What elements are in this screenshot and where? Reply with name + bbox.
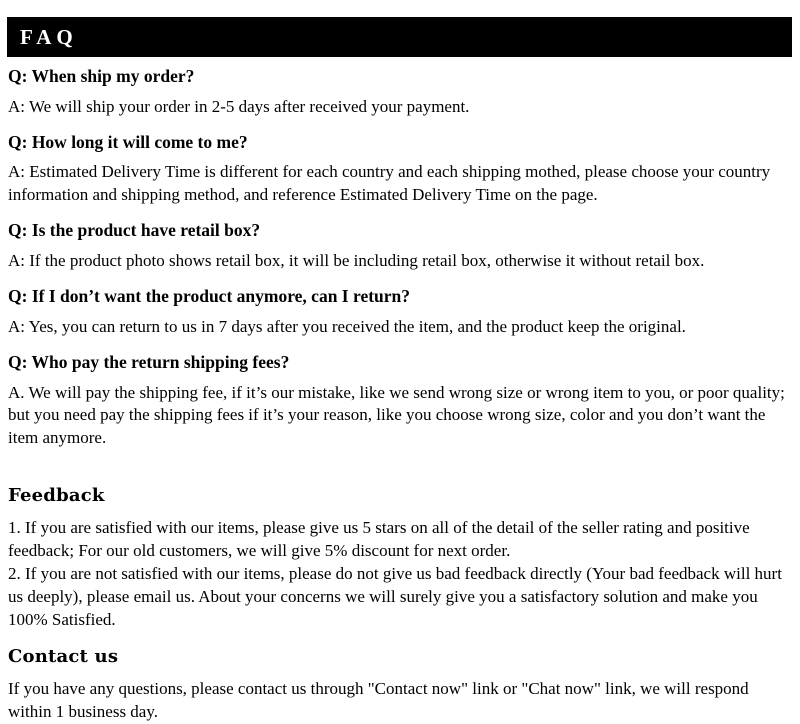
faq-question: Q: How long it will come to me?	[8, 131, 248, 152]
feedback-heading: Feedback	[8, 485, 105, 506]
faq-answer: A: Yes, you can return to us in 7 days a…	[8, 316, 686, 336]
faq-item: Q: How long it will come to me? A: Estim…	[8, 131, 792, 206]
contact-body: If you have any questions, please contac…	[8, 678, 792, 724]
faq-item: Q: Is the product have retail box? A: If…	[8, 222, 792, 272]
contact-heading: Contact us	[8, 645, 119, 667]
faq-page: FAQ Q: When ship my order? A: We will sh…	[0, 0, 800, 721]
faq-answer: A. We will pay the shipping fee, if it’s…	[8, 382, 785, 447]
faq-question: Q: If I don’t want the product anymore, …	[8, 286, 411, 307]
faq-answer: A: If the product photo shows retail box…	[8, 250, 705, 270]
contact-section: Contact us If you have any questions, pl…	[8, 645, 792, 724]
faq-item: Q: Who pay the return shipping fees? A. …	[8, 354, 792, 449]
faq-item: Q: When ship my order? A: We will ship y…	[8, 66, 792, 118]
feedback-body: 1. If you are satisfied with our items, …	[8, 517, 792, 632]
feedback-item-1: 1. If you are satisfied with our items, …	[8, 518, 750, 560]
faq-question: Q: Is the product have retail box?	[8, 220, 261, 241]
page-title: FAQ	[20, 24, 78, 49]
faq-answer: A: We will ship your order in 2-5 days a…	[8, 96, 470, 116]
faq-item: Q: If I don’t want the product anymore, …	[8, 288, 792, 338]
faq-answer: A: Estimated Delivery Time is different …	[8, 162, 771, 204]
faq-question: Q: When ship my order?	[8, 66, 195, 86]
contact-text: If you have any questions, please contac…	[8, 678, 749, 721]
feedback-section: Feedback 1. If you are satisfied with ou…	[8, 487, 792, 632]
faq-content: Q: When ship my order? A: We will ship y…	[8, 66, 792, 724]
faq-banner: FAQ	[7, 17, 792, 57]
faq-question: Q: Who pay the return shipping fees?	[8, 352, 290, 373]
feedback-item-2: 2. If you are not satisfied with our ite…	[8, 563, 782, 629]
